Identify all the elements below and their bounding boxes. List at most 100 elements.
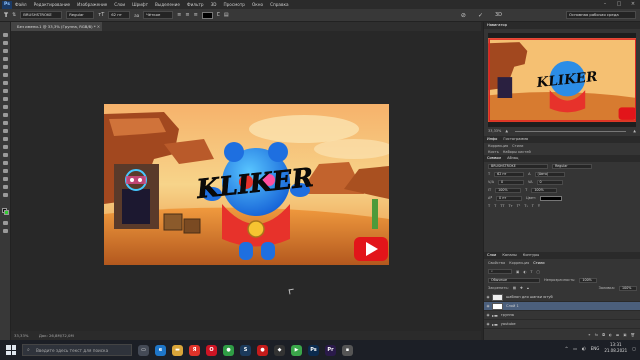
layer-row[interactable]: ◉ шаблон для шапки ютуб <box>484 293 640 302</box>
navigator-thumbnail[interactable]: KLIKER <box>488 33 636 127</box>
fx-icon[interactable]: fx <box>595 332 598 338</box>
visibility-eye-icon[interactable]: ◉ <box>484 322 492 326</box>
layer-row[interactable]: ◉ ▸▬ youtube <box>484 320 640 329</box>
layer-name[interactable]: шаблон для шапки ютуб <box>506 295 553 299</box>
maximize-button[interactable]: □ <box>612 0 626 9</box>
char-kerning-field[interactable]: 0 <box>497 179 524 185</box>
lock-position-icon[interactable]: ✚ <box>520 285 523 291</box>
clock[interactable]: 13:31 21.08.2021 <box>604 342 627 354</box>
marquee-tool-icon[interactable] <box>2 40 9 46</box>
taskbar-app-app-dark-icon[interactable]: ◆ <box>274 344 285 356</box>
font-style-select[interactable]: Regular <box>66 11 95 19</box>
windows-start-icon[interactable] <box>6 345 16 355</box>
align-center-icon[interactable]: ≡ <box>185 12 189 18</box>
zoom-level[interactable]: 33,33% <box>14 333 28 338</box>
menu-window[interactable]: Окно <box>252 2 263 7</box>
filter-pixel-icon[interactable]: ▣ <box>516 269 519 275</box>
fill-field[interactable]: 100% <box>619 285 637 291</box>
zoom-tool-icon[interactable] <box>2 184 9 190</box>
visibility-eye-icon[interactable]: ◉ <box>484 313 492 317</box>
artwork-canvas[interactable]: KLIKER <box>104 104 389 265</box>
quick-select-tool-icon[interactable] <box>2 56 9 62</box>
tab-character[interactable]: Символ <box>487 155 501 162</box>
stamp-tool-icon[interactable] <box>2 96 9 102</box>
underline-icon[interactable]: T <box>532 203 534 209</box>
brush-tool-icon[interactable] <box>2 88 9 94</box>
menu-layers[interactable]: Слои <box>114 2 125 7</box>
superscript-icon[interactable]: T¹ <box>517 203 521 209</box>
align-right-icon[interactable]: ≡ <box>194 12 198 18</box>
menu-3d[interactable]: 3D <box>211 2 217 7</box>
subscript-icon[interactable]: T₁ <box>524 203 528 209</box>
antialias-select[interactable]: Чёткое <box>143 11 174 19</box>
taskbar-app-app-red-icon[interactable]: ● <box>257 344 268 356</box>
warp-text-icon[interactable]: Ꞇ <box>217 12 220 18</box>
zoom-slider[interactable] <box>515 130 627 132</box>
filter-type-icon[interactable]: T <box>530 269 532 275</box>
char-vscale-field[interactable]: 100% <box>495 187 522 193</box>
commit-edit-icon[interactable]: ✓ <box>478 12 483 19</box>
minimize-button[interactable]: – <box>598 0 612 9</box>
eraser-tool-icon[interactable] <box>2 112 9 118</box>
pen-tool-icon[interactable] <box>2 144 9 150</box>
layer-row[interactable]: ◉ ▸▬ группа <box>484 311 640 320</box>
navigator-tab[interactable]: Навигатор <box>487 22 507 29</box>
visibility-eye-icon[interactable]: ◉ <box>484 295 492 299</box>
align-left-icon[interactable]: ≡ <box>177 12 181 18</box>
char-hscale-field[interactable]: 100% <box>531 187 558 193</box>
text-color-swatch[interactable] <box>201 11 213 19</box>
menu-file[interactable]: Файл <box>15 2 27 7</box>
move-tool-icon[interactable] <box>2 32 9 38</box>
new-group-icon[interactable]: ▬ <box>616 332 619 338</box>
faux-bold-icon[interactable]: T <box>488 203 490 209</box>
char-size-field[interactable]: 62 пт <box>494 171 525 177</box>
menu-edit[interactable]: Редактирование <box>34 2 71 7</box>
tab-histogram[interactable]: Гистограмма <box>503 136 528 143</box>
strikethrough-icon[interactable]: Ŧ <box>538 203 540 209</box>
lasso-tool-icon[interactable] <box>2 48 9 54</box>
eyedropper-tool-icon[interactable] <box>2 72 9 78</box>
3d-text-icon[interactable]: 3D <box>495 12 502 18</box>
tab-properties[interactable]: Свойства <box>488 260 505 266</box>
zoom-out-icon[interactable]: ▲ <box>505 128 508 134</box>
layer-name[interactable]: youtube <box>501 322 516 326</box>
char-style-select[interactable]: Regular <box>552 163 592 169</box>
tray-chevron-icon[interactable]: ^ <box>565 346 568 351</box>
close-button[interactable]: × <box>626 0 640 9</box>
char-tracking-field[interactable]: 0 <box>536 179 563 185</box>
network-icon[interactable]: ▭ <box>573 346 577 351</box>
menu-select[interactable]: Выделение <box>155 2 180 7</box>
taskbar-app-app-gray-icon[interactable]: ▪ <box>342 344 353 356</box>
navigator-zoom[interactable]: 33,33% <box>488 128 501 134</box>
canvas-area[interactable]: KLIKER <box>11 31 481 331</box>
language-indicator[interactable]: ENG <box>591 346 600 351</box>
layer-name[interactable]: группа <box>501 313 514 317</box>
layer-name[interactable]: Слой 1 <box>506 304 519 308</box>
tab-info[interactable]: Инфо <box>487 136 497 143</box>
opacity-field[interactable]: 100% <box>579 277 598 283</box>
menu-view[interactable]: Просмотр <box>223 2 245 7</box>
path-select-tool-icon[interactable] <box>2 160 9 166</box>
adjustment-layer-icon[interactable]: ◐ <box>609 332 612 338</box>
tab-paragraph[interactable]: Абзац <box>507 155 518 162</box>
hand-tool-icon[interactable] <box>2 176 9 182</box>
zoom-in-icon[interactable]: ▲ <box>633 128 636 134</box>
history-brush-tool-icon[interactable] <box>2 104 9 110</box>
menu-help[interactable]: Справка <box>270 2 288 7</box>
type-tool-icon-active[interactable] <box>2 152 9 158</box>
lock-all-icon[interactable]: 🔒︎ <box>527 285 529 291</box>
taskbar-app-opera-icon[interactable]: O <box>206 344 217 356</box>
link-layers-icon[interactable]: ⚭ <box>588 332 591 338</box>
char-baseline-field[interactable]: 0 пт <box>496 195 523 201</box>
text-orientation-icon[interactable]: ⇅ <box>12 12 16 18</box>
filter-shape-icon[interactable]: ▢ <box>537 269 540 275</box>
tab-channels[interactable]: Каналы <box>502 252 516 259</box>
taskbar-search-input[interactable]: ⌕ Введите здесь текст для поиска <box>22 344 132 356</box>
char-leading-field[interactable]: (Авто) <box>534 171 565 177</box>
healing-tool-icon[interactable] <box>2 80 9 86</box>
cancel-edit-icon[interactable]: ⊘ <box>461 12 466 19</box>
filter-adjust-icon[interactable]: ◐ <box>523 269 526 275</box>
character-panel-icon[interactable]: ▤ <box>224 12 229 18</box>
taskbar-app-explorer-icon[interactable]: ▬ <box>172 344 183 356</box>
taskbar-app-steam-icon[interactable]: S <box>240 344 251 356</box>
